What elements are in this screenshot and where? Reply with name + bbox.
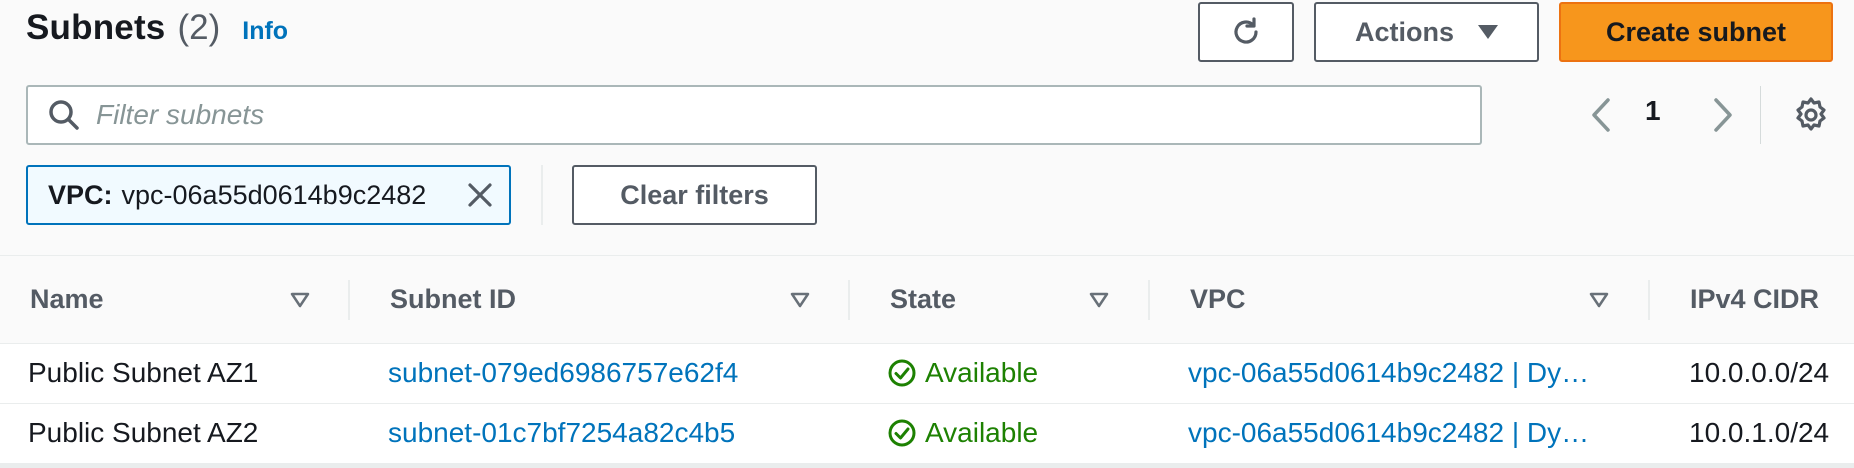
- sort-triangle-icon[interactable]: [790, 292, 810, 308]
- page-header: Subnets (2) Info: [26, 8, 288, 48]
- actions-button-label: Actions: [1354, 16, 1454, 47]
- refresh-button[interactable]: [1198, 2, 1294, 62]
- vpc-link[interactable]: vpc-06a55d0614b9c2482 | Dy…: [1188, 417, 1608, 449]
- caret-down-icon: [1478, 25, 1498, 39]
- resource-count: (2): [177, 8, 221, 47]
- current-page-number[interactable]: 1: [1645, 95, 1661, 127]
- column-header-state[interactable]: State: [890, 284, 956, 315]
- ipv4-cidr-cell: 10.0.0.0/24: [1689, 357, 1830, 388]
- table-row[interactable]: Public Subnet AZ1 subnet-079ed6986757e62…: [0, 344, 1854, 404]
- column-header-name[interactable]: Name: [30, 284, 104, 315]
- table-bottom-border: [0, 464, 1854, 468]
- check-circle-icon: [888, 359, 916, 387]
- info-link[interactable]: Info: [242, 17, 288, 46]
- column-header-subnet-id[interactable]: Subnet ID: [390, 284, 516, 315]
- search-input[interactable]: [96, 99, 1446, 131]
- subnets-table: Name Subnet ID State VPC IPv4 CIDR Publi…: [0, 255, 1854, 468]
- filter-search-box[interactable]: [26, 85, 1482, 145]
- close-icon[interactable]: [465, 180, 495, 210]
- subnet-id-link[interactable]: subnet-01c7bf7254a82c4b5: [388, 417, 735, 449]
- subnet-name-cell: Public Subnet AZ1: [28, 357, 259, 388]
- create-subnet-button[interactable]: Create subnet: [1559, 2, 1833, 62]
- subnet-state-cell: Available: [887, 417, 1038, 449]
- column-header-ipv4-cidr[interactable]: IPv4 CIDR: [1690, 284, 1819, 315]
- table-row[interactable]: Public Subnet AZ2 subnet-01c7bf7254a82c4…: [0, 404, 1854, 464]
- subnet-name-cell: Public Subnet AZ2: [28, 417, 259, 448]
- search-icon: [49, 100, 79, 130]
- sort-triangle-icon[interactable]: [1589, 292, 1609, 308]
- refresh-icon: [1234, 17, 1258, 44]
- vpc-filter-token: VPC: vpc-06a55d0614b9c2482: [26, 165, 511, 225]
- pagination-divider: [1760, 86, 1761, 144]
- chevron-right-icon[interactable]: [1706, 90, 1740, 140]
- chevron-left-icon[interactable]: [1584, 90, 1618, 140]
- sort-triangle-icon[interactable]: [290, 292, 310, 308]
- state-label: Available: [925, 357, 1039, 388]
- vpc-link[interactable]: vpc-06a55d0614b9c2482 | Dy…: [1188, 357, 1608, 389]
- page-title: Subnets: [26, 8, 166, 47]
- filter-token-key: VPC:: [48, 179, 113, 210]
- column-resizer[interactable]: [1148, 280, 1150, 320]
- filter-divider: [541, 165, 543, 225]
- table-header: Name Subnet ID State VPC IPv4 CIDR: [0, 256, 1854, 344]
- column-resizer[interactable]: [348, 280, 350, 320]
- state-label: Available: [925, 417, 1039, 448]
- gear-icon[interactable]: [1792, 96, 1830, 134]
- column-resizer[interactable]: [848, 280, 850, 320]
- column-header-vpc[interactable]: VPC: [1190, 284, 1246, 315]
- subnet-state-cell: Available: [887, 357, 1038, 389]
- subnet-id-link[interactable]: subnet-079ed6986757e62f4: [388, 357, 738, 389]
- sort-triangle-icon[interactable]: [1089, 292, 1109, 308]
- column-resizer[interactable]: [1648, 280, 1650, 320]
- ipv4-cidr-cell: 10.0.1.0/24: [1689, 417, 1830, 448]
- check-circle-icon: [888, 419, 916, 447]
- actions-dropdown-button[interactable]: Actions: [1314, 2, 1539, 62]
- clear-filters-button[interactable]: Clear filters: [572, 165, 817, 225]
- filter-token-value: vpc-06a55d0614b9c2482: [121, 179, 427, 210]
